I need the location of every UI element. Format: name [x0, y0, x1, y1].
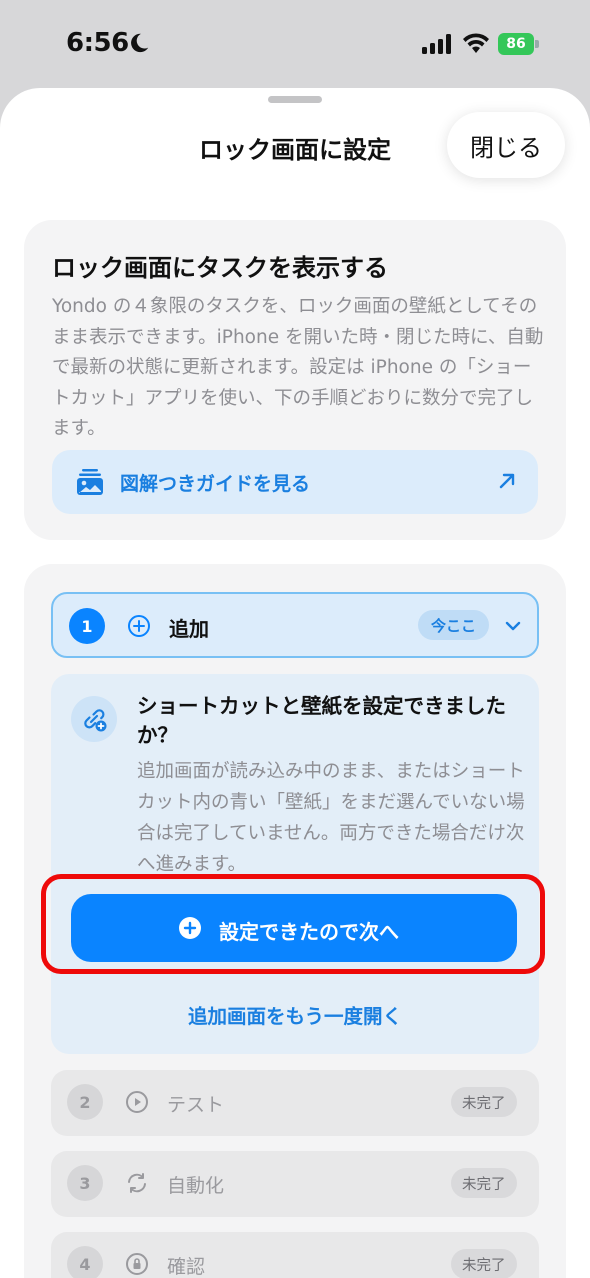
step-label: 追加 [169, 617, 209, 641]
step-detail-panel: ショートカットと壁紙を設定できましたか？ 追加画面が読み込み中のまま、またはショ… [41, 674, 545, 1054]
status-badge: 未完了 [451, 1168, 517, 1198]
step-number: 1 [69, 608, 105, 644]
step-label: 確認 [167, 1256, 206, 1278]
step-number: 4 [67, 1246, 103, 1278]
proceed-next-button[interactable]: 設定できたので次へ [71, 894, 517, 962]
intro-title: ロック画面にタスクを表示する [52, 254, 388, 282]
step-test-row[interactable]: 2 テスト 未完了 [51, 1070, 539, 1136]
status-bar: 6:56 86 [0, 0, 590, 88]
external-arrow-icon [499, 473, 515, 489]
detail-question: ショートカットと壁紙を設定できましたか？ [137, 694, 506, 747]
battery-icon: 86 [498, 33, 540, 55]
intro-card: ロック画面にタスクを表示する Yondo の４象限のタスクを、ロック画面の壁紙と… [24, 220, 566, 540]
play-circle-icon [126, 1091, 148, 1113]
moon-icon [131, 33, 149, 53]
step-label: 自動化 [167, 1175, 225, 1197]
lock-icon [126, 1253, 148, 1275]
chevron-down-icon[interactable] [503, 616, 523, 636]
reopen-add-screen-link[interactable]: 追加画面をもう一度開く [51, 1000, 539, 1029]
intro-description: Yondo の４象限のタスクを、ロック画面の壁紙としてそのまま表示できます。iP… [52, 296, 544, 439]
battery-level: 86 [498, 33, 534, 55]
sheet-grabber[interactable] [268, 96, 322, 103]
cellular-signal-icon [422, 34, 451, 54]
refresh-icon [128, 1173, 146, 1193]
plus-circle-icon [128, 615, 150, 637]
step-automation-row[interactable]: 3 自動化 未完了 [51, 1151, 539, 1217]
photo-stack-icon [77, 469, 103, 495]
link-add-icon [71, 696, 117, 742]
step-add-row[interactable]: 1 追加 今ここ [51, 592, 539, 658]
view-guide-label: 図解つきガイドを見る [120, 473, 311, 495]
step-number: 3 [67, 1165, 103, 1201]
step-label: テスト [167, 1094, 225, 1116]
wifi-icon [463, 33, 489, 53]
step-number: 2 [67, 1084, 103, 1120]
status-badge: 未完了 [451, 1087, 517, 1117]
close-button[interactable]: 閉じる [447, 112, 565, 178]
steps-card: 1 追加 今ここ ショートカットと壁紙を設定できましたか？ 追加画面が読み込み中… [24, 564, 566, 1278]
status-time: 6:56 [66, 28, 129, 58]
status-badge: 未完了 [451, 1249, 517, 1278]
proceed-next-label: 設定できたので次へ [219, 920, 399, 944]
lock-screen-setup-sheet: ロック画面に設定 閉じる ロック画面にタスクを表示する Yondo の４象限のタ… [0, 88, 590, 1278]
view-guide-button[interactable]: 図解つきガイドを見る [52, 450, 538, 514]
plus-circle-filled-icon [179, 917, 201, 939]
detail-description: 追加画面が読み込み中のまま、またはショートカット内の青い「壁紙」をまだ選んでいな… [137, 761, 525, 875]
step-confirm-row[interactable]: 4 確認 未完了 [51, 1232, 539, 1278]
current-step-badge: 今ここ [418, 610, 490, 640]
